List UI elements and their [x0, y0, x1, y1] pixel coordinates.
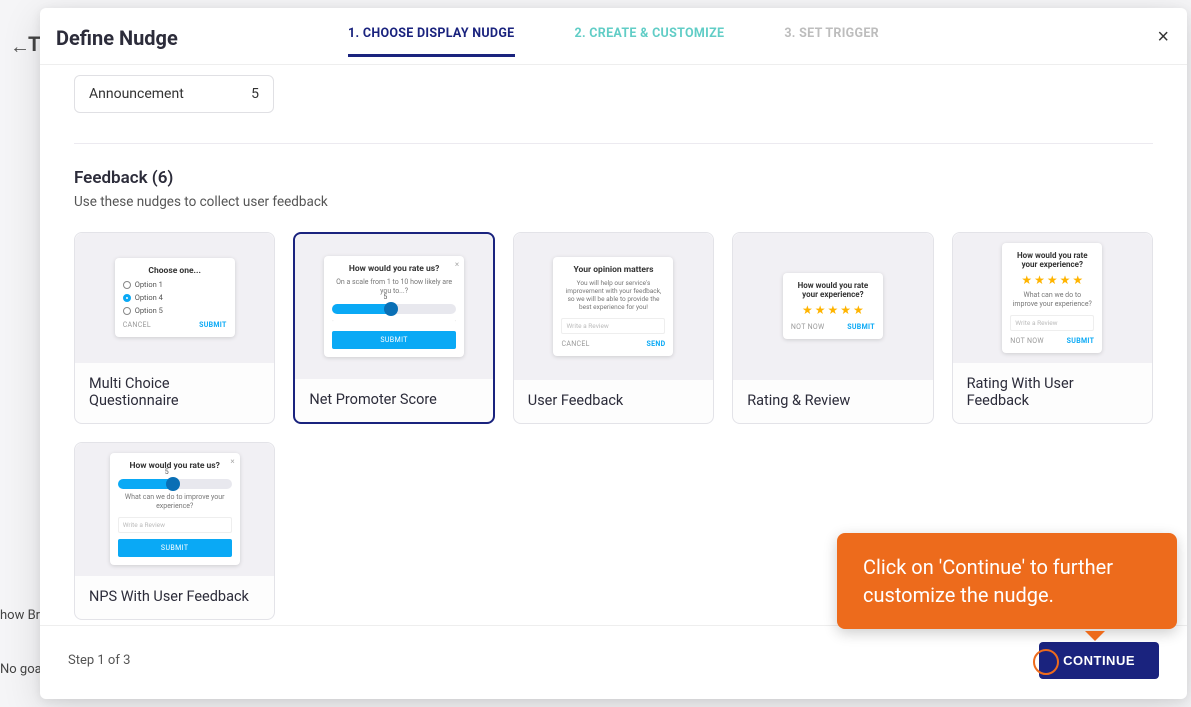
mock-option: Option 1	[135, 280, 163, 289]
card-label: Rating With User Feedback	[953, 363, 1152, 423]
mock-sub: What can we do to improve your experienc…	[118, 493, 232, 511]
section-divider	[74, 143, 1153, 144]
step-2[interactable]: 2. CREATE & CUSTOMIZE	[575, 26, 725, 55]
mock-sub: You will help our service's improvement …	[561, 279, 665, 312]
card-label: Multi Choice Questionnaire	[75, 363, 274, 423]
define-nudge-modal: Define Nudge 1. CHOOSE DISPLAY NUDGE 2. …	[40, 8, 1187, 699]
mock-slider: 5	[118, 479, 232, 489]
mock-send: SEND	[647, 340, 666, 348]
mock-slider: 5	[332, 304, 456, 314]
mock-title: Your opinion matters	[561, 265, 665, 275]
mock-cancel: CANCEL	[561, 340, 589, 348]
mock-input: Write a Review	[118, 517, 232, 533]
mock-sub: On a scale from 1 to 10 how likely are y…	[332, 278, 456, 296]
card-preview: Choose one... Option 1 Option 4 Option 5…	[75, 233, 274, 363]
prev-card-title: Announcement	[89, 86, 184, 102]
continue-button[interactable]: CONTINUE	[1039, 642, 1159, 679]
prev-card-count: 5	[251, 86, 259, 102]
mock-close-icon: ×	[455, 260, 459, 269]
card-label: User Feedback	[514, 380, 713, 423]
card-preview: × How would you rate us? 5 What can we d…	[75, 443, 274, 576]
card-nps-with-feedback[interactable]: × How would you rate us? 5 What can we d…	[74, 442, 275, 620]
mock-title: How would you rate us?	[332, 264, 456, 274]
mock-input: Write a Review	[1010, 315, 1094, 331]
step-1[interactable]: 1. CHOOSE DISPLAY NUDGE	[348, 26, 514, 55]
bg-back-arrow: ←	[10, 34, 30, 59]
card-nps[interactable]: × How would you rate us? On a scale from…	[293, 232, 494, 424]
mock-submit-btn: SUBMIT	[118, 539, 232, 557]
close-button[interactable]: ×	[1157, 26, 1169, 49]
card-multi-choice[interactable]: Choose one... Option 1 Option 4 Option 5…	[74, 232, 275, 424]
mock-submit: SUBMIT	[1067, 337, 1095, 345]
mock-submit: SUBMIT	[847, 323, 875, 331]
mock-submit: SUBMIT	[199, 321, 227, 329]
bg-title-letter: T	[28, 32, 40, 56]
mock-title: How would you rate your experience?	[791, 281, 875, 299]
mock-close-icon: ×	[230, 457, 234, 466]
slider-value: 5	[165, 468, 169, 476]
card-rating-review[interactable]: How would you rate your experience? ★★★★…	[732, 232, 933, 424]
bg-left-label-2: No goal	[0, 662, 45, 677]
stars-icon: ★★★★★	[1010, 273, 1094, 287]
mock-input: Write a Review	[561, 318, 665, 334]
card-user-feedback[interactable]: Your opinion matters You will help our s…	[513, 232, 714, 424]
mock-sub: What can we do to improve your experienc…	[1010, 291, 1094, 309]
mock-option: Option 4	[135, 293, 163, 302]
mock-cancel: CANCEL	[123, 321, 151, 329]
modal-header: Define Nudge 1. CHOOSE DISPLAY NUDGE 2. …	[40, 8, 1187, 65]
card-label: Rating & Review	[733, 380, 932, 423]
card-label: Net Promoter Score	[295, 379, 492, 422]
mock-title: How would you rate us?	[118, 461, 232, 471]
card-preview: Your opinion matters You will help our s…	[514, 233, 713, 380]
card-preview: How would you rate your experience? ★★★★…	[733, 233, 932, 380]
mock-notnow: NOT NOW	[1010, 337, 1044, 345]
mock-option: Option 5	[135, 306, 163, 315]
step-indicator: Step 1 of 3	[68, 653, 130, 668]
slider-value: 5	[383, 293, 387, 301]
feedback-section-title: Feedback (6)	[74, 168, 1153, 188]
step-3[interactable]: 3. SET TRIGGER	[784, 26, 879, 55]
tutorial-tooltip: Click on 'Continue' to further customize…	[837, 533, 1177, 629]
mock-submit-btn: SUBMIT	[332, 331, 456, 349]
stars-icon: ★★★★★	[791, 303, 875, 317]
previous-section-card[interactable]: Announcement 5	[74, 75, 274, 113]
card-label: NPS With User Feedback	[75, 576, 274, 619]
card-preview: How would you rate your experience? ★★★★…	[953, 233, 1152, 363]
card-preview: × How would you rate us? On a scale from…	[295, 234, 492, 379]
mock-notnow: NOT NOW	[791, 323, 825, 331]
mock-title: How would you rate your experience?	[1010, 251, 1094, 269]
feedback-section-subtitle: Use these nudges to collect user feedbac…	[74, 194, 1153, 210]
modal-footer: Step 1 of 3 CONTINUE	[40, 625, 1187, 699]
mock-title: Choose one...	[123, 266, 227, 276]
card-rating-with-feedback[interactable]: How would you rate your experience? ★★★★…	[952, 232, 1153, 424]
